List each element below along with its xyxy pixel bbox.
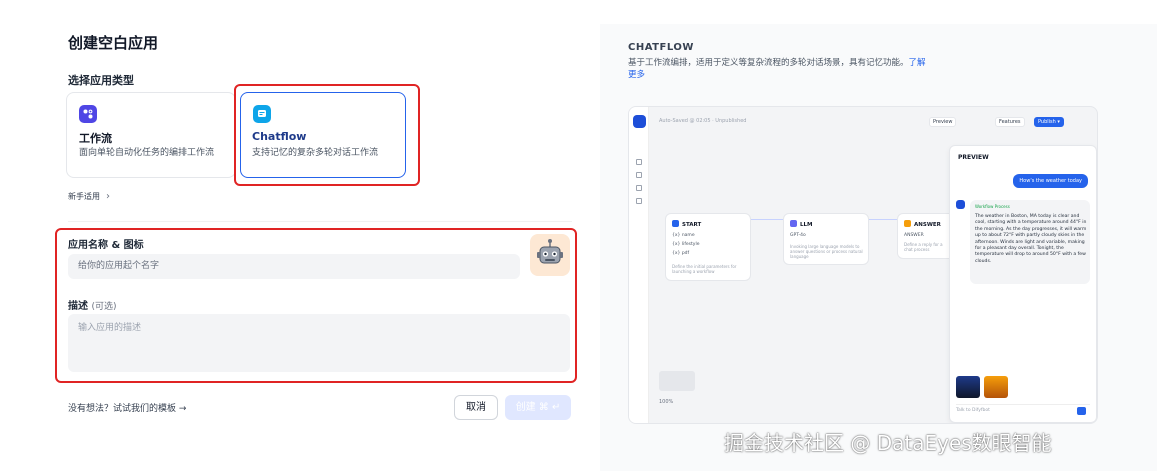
node-title: ANSWER: [904, 220, 941, 228]
preview-chat-panel: PREVIEW How's the weather today Workflow…: [949, 145, 1097, 423]
node-var: {x} name: [672, 233, 695, 238]
user-message: How's the weather today: [1013, 174, 1088, 188]
node-output: ANSWER: [904, 233, 924, 238]
features-button: Features: [995, 117, 1025, 127]
node-model: GPT-4o: [790, 233, 806, 238]
nav-icon: [636, 198, 642, 204]
preview-button: Preview: [929, 117, 957, 127]
nav-icon: [636, 172, 642, 178]
type-preview-panel: CHATFLOW 基于工作流编排，适用于定义等复杂流程的多轮对话场景，具有记忆功…: [600, 0, 1157, 471]
edge: [751, 219, 783, 220]
app-type-label: 选择应用类型: [68, 74, 134, 87]
node-title-text: START: [682, 222, 702, 228]
create-app-form: 创建空白应用 选择应用类型 工作流 面向单轮自动化任务的编排工作流 Chatfl…: [0, 0, 600, 471]
node-desc: Define the initial parameters for launch…: [672, 264, 737, 274]
chat-input-placeholder: Talk to Difyfbot: [956, 408, 990, 413]
start-node: START {x} name {x} lifestyle {x} pdf Def…: [665, 213, 751, 281]
edge: [869, 219, 897, 220]
chatflow-preview-image: Auto-Saved @ 02:05 · Unpublished Preview…: [628, 106, 1098, 424]
bot-avatar-icon: [956, 200, 965, 209]
publish-button: Publish ▾: [1034, 117, 1064, 127]
chatflow-icon: [253, 105, 271, 123]
node-title-text: ANSWER: [914, 222, 941, 228]
node-title: LLM: [790, 220, 812, 228]
robot-icon: [537, 239, 563, 264]
template-link[interactable]: 没有想法？试试我们的模板 →: [68, 401, 186, 414]
beginner-toggle[interactable]: 新手适用 ›: [68, 191, 110, 202]
preview-sidebar: [629, 107, 649, 423]
zoom-level: 100%: [659, 399, 674, 405]
llm-icon: [790, 220, 797, 227]
chatflow-type-card[interactable]: Chatflow 支持记忆的复杂多轮对话工作流: [240, 92, 406, 178]
answer-node: ANSWER ANSWER Define a reply for a chat …: [897, 213, 957, 259]
logo-icon: [633, 115, 646, 128]
app-name-input[interactable]: 给你的应用起个名字: [68, 254, 520, 279]
node-desc: Define a reply for a chat process: [904, 242, 943, 252]
create-button[interactable]: 创建 ⌘ ↵: [505, 395, 571, 420]
preview-description-text: 基于工作流编排，适用于定义等复杂流程的多轮对话场景，具有记忆功能。: [628, 58, 909, 68]
card-desc: 面向单轮自动化任务的编排工作流: [79, 148, 215, 158]
card-name: 工作流: [79, 132, 112, 145]
workflow-icon: [79, 105, 97, 123]
beginner-label: 新手适用: [68, 192, 100, 201]
minimap: [659, 371, 695, 391]
node-var: {x} lifestyle: [672, 242, 700, 247]
nav-icon: [636, 159, 642, 165]
bot-message: Workflow Process The weather in Boston, …: [970, 200, 1090, 284]
optional-hint: (可选): [91, 302, 117, 312]
cancel-button[interactable]: 取消: [454, 395, 498, 420]
llm-node: LLM GPT-4o Invoking large language model…: [783, 213, 869, 265]
node-title: START: [672, 220, 701, 228]
workflow-process-label: Workflow Process: [975, 204, 1010, 209]
node-var: {x} pdf: [672, 251, 690, 256]
autosave-status: Auto-Saved @ 02:05 · Unpublished: [659, 118, 747, 124]
card-desc: 支持记忆的复杂多轮对话工作流: [252, 148, 379, 158]
node-title-text: LLM: [800, 222, 813, 228]
divider: [68, 221, 572, 222]
description-label: 描述 (可选): [68, 297, 117, 312]
chat-input: Talk to Difyfbot: [956, 404, 1090, 416]
chevron-right-icon: ›: [106, 191, 110, 202]
workflow-type-card[interactable]: 工作流 面向单轮自动化任务的编排工作流: [66, 92, 236, 178]
app-icon-picker[interactable]: [530, 234, 570, 276]
node-desc: Invoking large language models to answer…: [790, 244, 863, 259]
page: 创建空白应用 选择应用类型 工作流 面向单轮自动化任务的编排工作流 Chatfl…: [0, 0, 1157, 471]
send-icon: [1077, 407, 1086, 415]
app-name-label: 应用名称 & 图标: [68, 240, 144, 251]
description-input[interactable]: 输入应用的描述: [68, 314, 570, 372]
watermark: 掘金技术社区 @ DataEyes数眼智能: [724, 431, 1052, 455]
bot-message-text: The weather in Boston, MA today is clear…: [975, 214, 1087, 264]
page-title: 创建空白应用: [68, 34, 159, 52]
start-icon: [672, 220, 679, 227]
panel-top-strip: [600, 0, 1157, 24]
image-thumbnail: [956, 376, 980, 398]
nav-icon: [636, 185, 642, 191]
preview-title: CHATFLOW: [628, 42, 694, 53]
preview-panel-title: PREVIEW: [958, 154, 989, 161]
answer-icon: [904, 220, 911, 227]
description-label-text: 描述: [68, 301, 88, 312]
image-thumbnail: [984, 376, 1008, 398]
preview-description: 基于工作流编排，适用于定义等复杂流程的多轮对话场景，具有记忆功能。了解更多: [628, 57, 928, 81]
card-name: Chatflow: [252, 130, 307, 143]
